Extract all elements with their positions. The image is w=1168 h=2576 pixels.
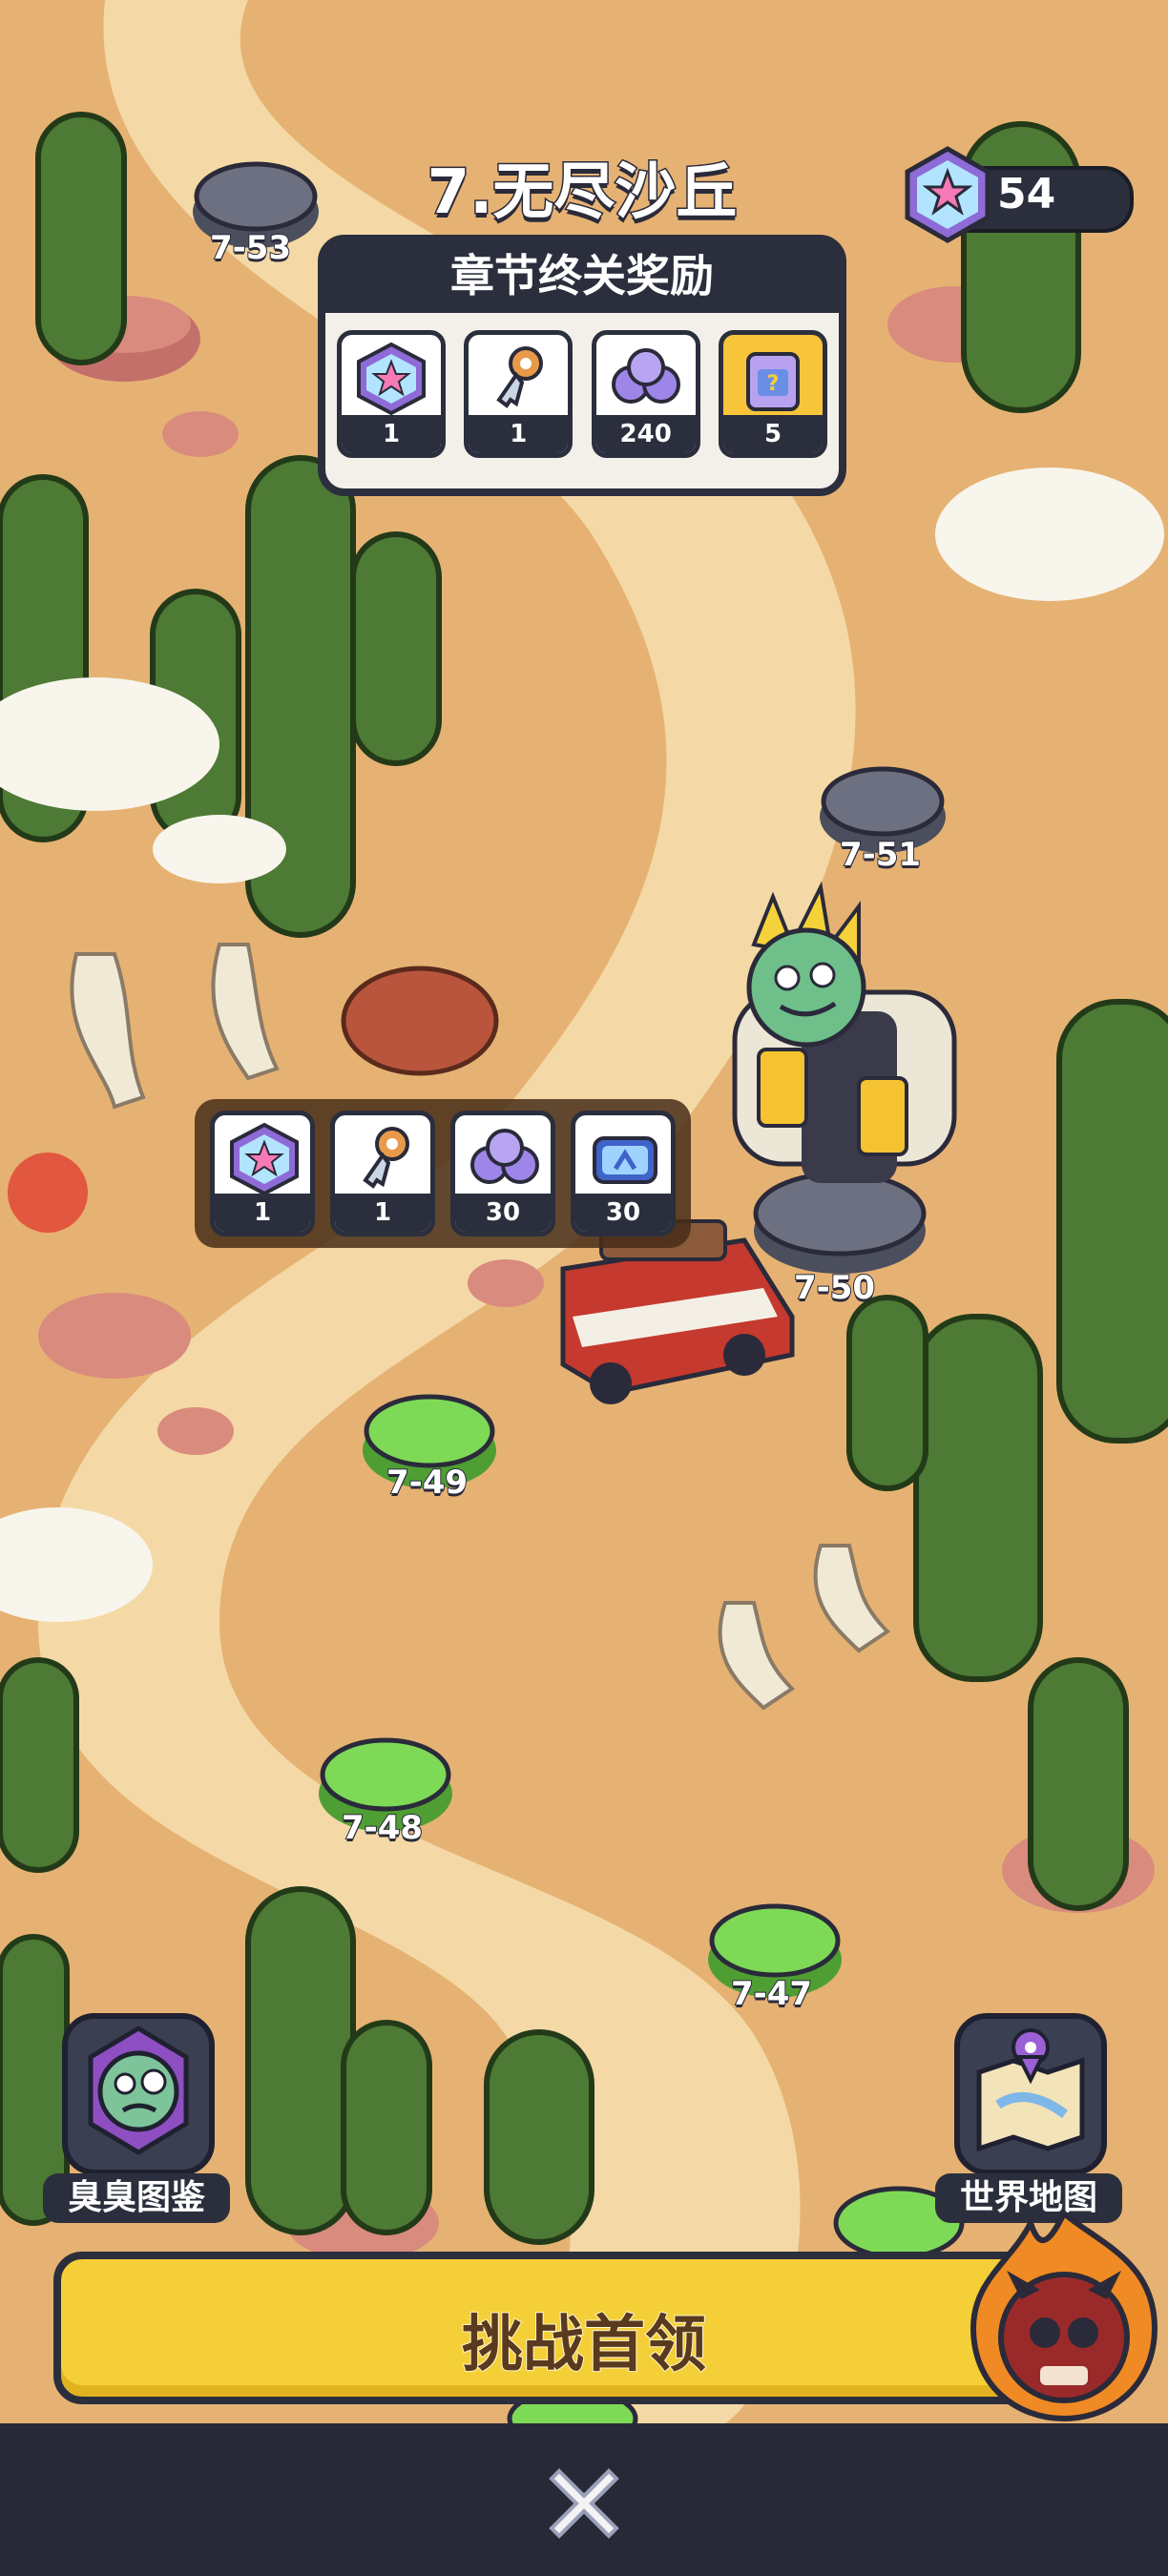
key-icon [363,1127,409,1189]
orbs-icon [470,1129,539,1184]
reward-count: 30 [455,1194,551,1232]
reward-slot-star-gem[interactable]: 1 [337,330,446,458]
stage-label-7-47: 7-47 [730,1974,813,2014]
reward-count: 1 [335,1194,430,1232]
currency-counter[interactable]: 54 [902,145,1134,243]
stage-label-7-49: 7-49 [386,1463,469,1503]
reward-count: 30 [575,1194,671,1232]
reward-count: 1 [469,415,569,453]
reward-slot-mystery-box[interactable]: ? 5 [718,330,827,458]
reward-slot-orbs[interactable]: 240 [591,330,700,458]
bestiary-label: 臭臭图鉴 [43,2173,230,2223]
reward-slot-key[interactable]: 1 [330,1111,435,1236]
star-gem-icon [905,146,991,243]
boss-character[interactable] [732,881,957,1183]
player-van [560,1219,795,1404]
close-icon[interactable] [546,2463,622,2540]
reward-slot-key[interactable]: 1 [464,330,574,458]
flaming-skull-icon [970,2209,1158,2422]
reward-count: 1 [342,415,441,453]
stage-reward-panel: 1 1 30 30 [195,1099,691,1248]
stage-label-7-50: 7-50 [793,1268,876,1308]
reward-slot-star-gem[interactable]: 1 [210,1111,315,1236]
star-gem-icon [357,342,426,416]
world-map-button-face [954,2013,1107,2175]
chapter-title: 7.无尽沙丘 [426,156,739,230]
key-icon [496,346,544,408]
ticket-icon [593,1136,657,1184]
zombie-face-icon [88,2025,189,2155]
stage-label-7-51: 7-51 [839,835,922,875]
stage-node-7-50[interactable] [753,1171,927,1274]
mystery-box-icon: ? [745,352,800,411]
currency-value: 54 [997,170,1056,218]
bestiary-button[interactable]: 臭臭图鉴 [43,2013,230,2223]
reward-count: 1 [215,1194,310,1232]
stage-label-7-48: 7-48 [341,1808,424,1848]
reward-slot-ticket[interactable]: 30 [571,1111,676,1236]
bestiary-button-face [62,2013,215,2175]
orbs-icon [611,348,680,404]
reward-count: 5 [722,415,823,453]
svg-text:?: ? [767,372,780,396]
map-icon [976,2028,1085,2152]
star-gem-icon [230,1122,299,1196]
reward-slot-orbs[interactable]: 30 [450,1111,555,1236]
stage-label-7-53: 7-53 [209,228,292,268]
chapter-reward-heading: 章节终关奖励 [325,242,839,313]
reward-count: 240 [595,415,696,453]
world-map-button[interactable]: 世界地图 [935,2013,1122,2223]
challenge-boss-label: 挑战首领 [461,2309,707,2381]
chapter-reward-panel: 章节终关奖励 1 1 240 ? 5 [318,235,846,496]
